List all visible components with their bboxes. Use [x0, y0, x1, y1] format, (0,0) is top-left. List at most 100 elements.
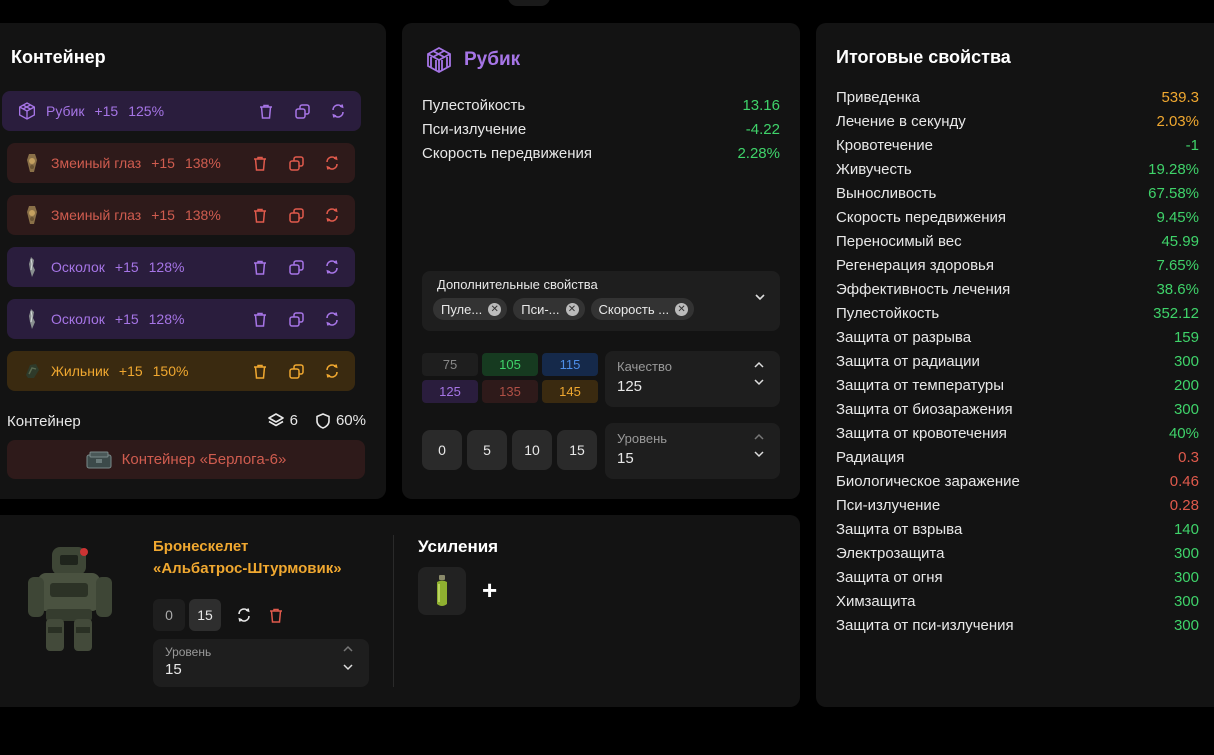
- delete-artifact-button[interactable]: [251, 258, 269, 276]
- add-boost-button[interactable]: +: [482, 577, 497, 603]
- refresh-artifact-button[interactable]: [323, 310, 341, 328]
- armor-level-select[interactable]: Уровень 15: [153, 639, 369, 687]
- copy-icon: [288, 155, 304, 171]
- boost-vial-icon: [437, 575, 447, 606]
- property-value: 300: [1173, 616, 1199, 634]
- delete-artifact-button[interactable]: [251, 310, 269, 328]
- quality-select[interactable]: Качество 125: [605, 351, 780, 407]
- remove-chip-icon[interactable]: ✕: [565, 302, 579, 316]
- artifact-name: Жильник: [51, 363, 109, 379]
- shard-artifact-icon: [21, 256, 43, 278]
- duplicate-artifact-button[interactable]: [287, 310, 305, 328]
- duplicate-artifact-button[interactable]: [293, 102, 311, 120]
- quality-value: 125: [617, 378, 643, 395]
- artifact-row[interactable]: Рубик +15 125%: [2, 91, 361, 131]
- property-value: 45.99: [1161, 232, 1199, 250]
- artifact-quality: 150%: [152, 363, 189, 379]
- armor-delete-button[interactable]: [267, 606, 285, 624]
- property-row: Защита от разрыва 159: [836, 325, 1199, 349]
- trash-icon: [254, 208, 266, 223]
- refresh-artifact-button[interactable]: [323, 206, 341, 224]
- duplicate-artifact-button[interactable]: [287, 258, 305, 276]
- artifact-row[interactable]: Осколок +15 128%: [7, 247, 355, 287]
- chevron-down-icon[interactable]: [754, 378, 764, 386]
- totals-title: Итоговые свойства: [836, 47, 1011, 67]
- delete-artifact-button[interactable]: [251, 154, 269, 172]
- artifact-name: Рубик: [46, 103, 85, 119]
- refresh-artifact-button[interactable]: [323, 154, 341, 172]
- artifact-row[interactable]: Осколок +15 128%: [7, 299, 355, 339]
- duplicate-artifact-button[interactable]: [287, 362, 305, 380]
- copy-icon: [288, 259, 304, 275]
- quality-preset-button[interactable]: 125: [422, 380, 478, 403]
- chevron-down-icon[interactable]: [754, 450, 764, 458]
- property-row: Скорость передвижения 9.45%: [836, 205, 1199, 229]
- chevron-up-icon[interactable]: [343, 645, 353, 653]
- artifact-row[interactable]: Жильник +15 150%: [7, 351, 355, 391]
- property-row: Скорость передвижения 2.28%: [422, 141, 780, 165]
- property-chip: Пуле... ✕: [433, 298, 508, 320]
- property-row: Защита от взрыва 140: [836, 517, 1199, 541]
- level-preset-button[interactable]: 10: [512, 430, 552, 470]
- duplicate-artifact-button[interactable]: [287, 206, 305, 224]
- property-name: Кровотечение: [836, 136, 933, 154]
- trash-icon: [260, 104, 272, 119]
- remove-chip-icon[interactable]: ✕: [488, 302, 502, 316]
- property-name: Переносимый вес: [836, 232, 962, 250]
- quality-preset-button[interactable]: 75: [422, 353, 478, 376]
- level-label: Уровень: [617, 431, 668, 446]
- armor-name-line2: «Альбатрос-Штурмовик»: [153, 560, 342, 577]
- property-name: Защита от биозаражения: [836, 400, 1013, 418]
- chevron-up-icon[interactable]: [754, 433, 764, 441]
- refresh-artifact-button[interactable]: [323, 362, 341, 380]
- level-preset-button[interactable]: 15: [557, 430, 597, 470]
- artifact-row[interactable]: Змеиный глаз +15 138%: [7, 195, 355, 235]
- artifact-quality: 138%: [184, 155, 221, 171]
- level-preset-button[interactable]: 5: [467, 430, 507, 470]
- refresh-icon: [326, 156, 338, 170]
- extra-properties-select[interactable]: Дополнительные свойства Пуле... ✕ Пси-... ✕…: [422, 271, 780, 331]
- armor-exoskeleton-image: [28, 547, 112, 651]
- artifact-level: +15: [114, 311, 139, 327]
- level-preset-button[interactable]: 0: [422, 430, 462, 470]
- property-row: Выносливость 67.58%: [836, 181, 1199, 205]
- property-value: 38.6%: [1156, 280, 1199, 298]
- armor-panel: Бронескелет «Альбатрос-Штурмовик» 0 15 У…: [0, 515, 800, 707]
- armor-level-0-button[interactable]: 0: [153, 599, 185, 631]
- refresh-artifact-button[interactable]: [323, 258, 341, 276]
- property-name: Пулестойкость: [836, 304, 940, 322]
- artifact-quality: 128%: [148, 259, 185, 275]
- property-name: Радиация: [836, 448, 905, 466]
- container-item-button[interactable]: Контейнер «Берлога-6»: [7, 440, 365, 479]
- chevron-up-icon[interactable]: [754, 361, 764, 369]
- quality-preset-button[interactable]: 105: [482, 353, 538, 376]
- property-value: 40%: [1168, 424, 1199, 442]
- armor-refresh-button[interactable]: [235, 606, 253, 624]
- remove-chip-icon[interactable]: ✕: [675, 302, 689, 316]
- artifact-row[interactable]: Змеиный глаз +15 138%: [7, 143, 355, 183]
- property-value: 19.28%: [1148, 160, 1199, 178]
- chevron-down-icon[interactable]: [343, 663, 353, 671]
- delete-artifact-button[interactable]: [257, 102, 275, 120]
- quality-preset-button[interactable]: 135: [482, 380, 538, 403]
- property-name: Выносливость: [836, 184, 937, 202]
- quality-preset-button[interactable]: 145: [542, 380, 598, 403]
- property-row: Биологическое заражение 0.46: [836, 469, 1199, 493]
- armor-level-15-button[interactable]: 15: [189, 599, 221, 631]
- slots-stat: 6: [267, 412, 298, 429]
- delete-artifact-button[interactable]: [251, 206, 269, 224]
- trash-icon: [254, 364, 266, 379]
- refresh-artifact-button[interactable]: [329, 102, 347, 120]
- container-panel: Контейнер Рубик +15 125% Змеиный глаз +15 138…: [0, 23, 386, 499]
- level-value: 15: [617, 450, 634, 467]
- duplicate-artifact-button[interactable]: [287, 154, 305, 172]
- boost-slot[interactable]: [418, 567, 466, 615]
- quality-preset-button[interactable]: 115: [542, 353, 598, 376]
- level-select[interactable]: Уровень 15: [605, 423, 780, 479]
- property-value: 300: [1173, 544, 1199, 562]
- shard-artifact-icon: [21, 308, 43, 330]
- slots-count: 6: [289, 412, 298, 429]
- property-value: 200: [1173, 376, 1199, 394]
- delete-artifact-button[interactable]: [251, 362, 269, 380]
- property-value: 2.03%: [1156, 112, 1199, 130]
